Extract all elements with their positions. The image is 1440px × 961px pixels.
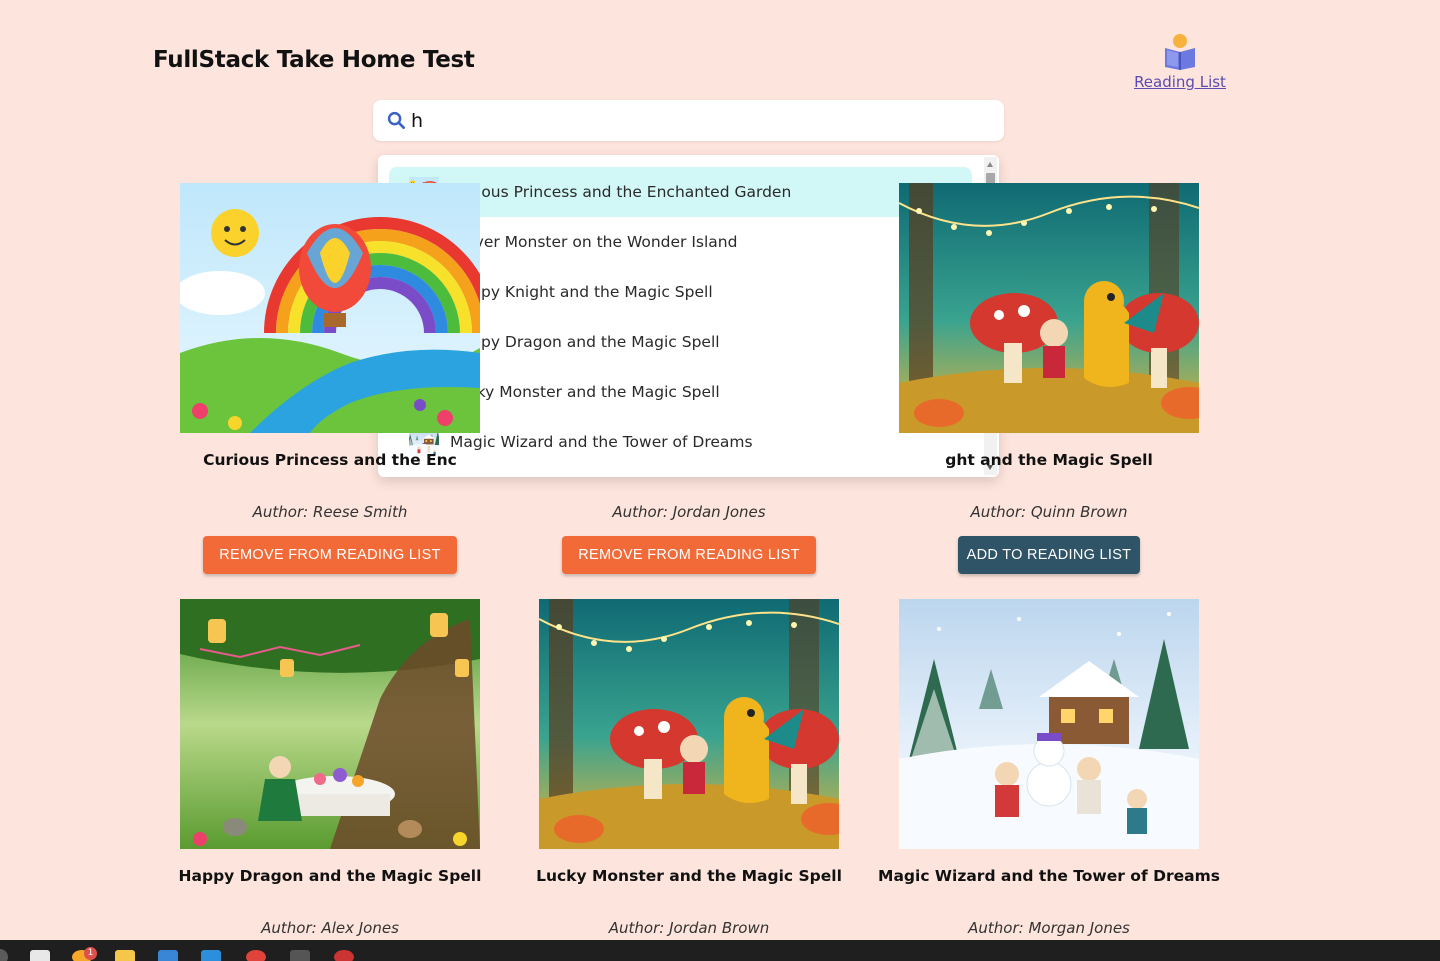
scroll-up-arrow-icon[interactable] <box>987 162 993 167</box>
remove-from-reading-list-button[interactable]: REMOVE FROM READING LIST <box>562 536 816 574</box>
add-to-reading-list-button[interactable]: ADD TO READING LIST <box>957 536 1141 574</box>
book-cover-image <box>539 183 839 433</box>
reading-list-link[interactable]: Reading List <box>1128 32 1232 91</box>
book-cover-image <box>539 599 839 849</box>
terminal-icon[interactable] <box>290 950 310 961</box>
book-title: Magic Wizard and the Tower of Dreams <box>878 867 1220 885</box>
book-card: ght and the Magic Spell Author: Quinn Bro… <box>869 183 1229 574</box>
book-title: Lucky Monster and the Magic Spell <box>536 867 842 885</box>
book-title: Happy Dragon and the Magic Spell <box>178 867 482 885</box>
recorder-icon[interactable] <box>334 950 354 961</box>
remove-from-reading-list-button[interactable]: REMOVE FROM READING LIST <box>203 536 457 574</box>
taskbar: 1 <box>0 940 1440 961</box>
vscode-icon[interactable] <box>201 950 221 961</box>
book-author: Author: Alex Jones <box>261 919 399 937</box>
book-title: Curious Princess and the Enc <box>203 451 457 469</box>
book-cover-image <box>180 183 480 433</box>
book-author: Author: Reese Smith <box>252 503 408 521</box>
book-card: Magic Wizard and the Tower of Dreams Auth… <box>869 599 1229 937</box>
folder-icon[interactable] <box>115 950 135 961</box>
book-cover-image <box>180 599 480 849</box>
book-card: Author: Jordan Jones REMOVE FROM READING … <box>509 183 869 574</box>
book-card: Curious Princess and the Enc Author: Rees… <box>150 183 510 574</box>
book-title <box>509 451 869 473</box>
book-card: Lucky Monster and the Magic Spell Author:… <box>509 599 869 937</box>
book-author: Author: Jordan Jones <box>612 503 766 521</box>
search-input[interactable] <box>411 106 981 136</box>
book-author: Author: Jordan Brown <box>608 919 770 937</box>
reading-list-label[interactable]: Reading List <box>1134 73 1226 91</box>
chrome-icon[interactable] <box>246 950 266 961</box>
page-title: FullStack Take Home Test <box>153 47 475 73</box>
search-app-icon[interactable] <box>30 950 50 961</box>
start-icon[interactable] <box>0 949 8 961</box>
search-bar[interactable] <box>373 100 1004 141</box>
book-author: Author: Morgan Jones <box>968 919 1130 937</box>
store-icon[interactable] <box>158 950 178 961</box>
reading-book-icon <box>1165 34 1195 70</box>
book-cover-image <box>899 183 1199 433</box>
book-title: ght and the Magic Spell <box>945 451 1153 469</box>
notification-badge: 1 <box>84 947 97 960</box>
book-card: Happy Dragon and the Magic Spell Author: … <box>150 599 510 937</box>
search-icon <box>387 111 405 129</box>
book-cover-image <box>899 599 1199 849</box>
book-author: Author: Quinn Brown <box>970 503 1128 521</box>
